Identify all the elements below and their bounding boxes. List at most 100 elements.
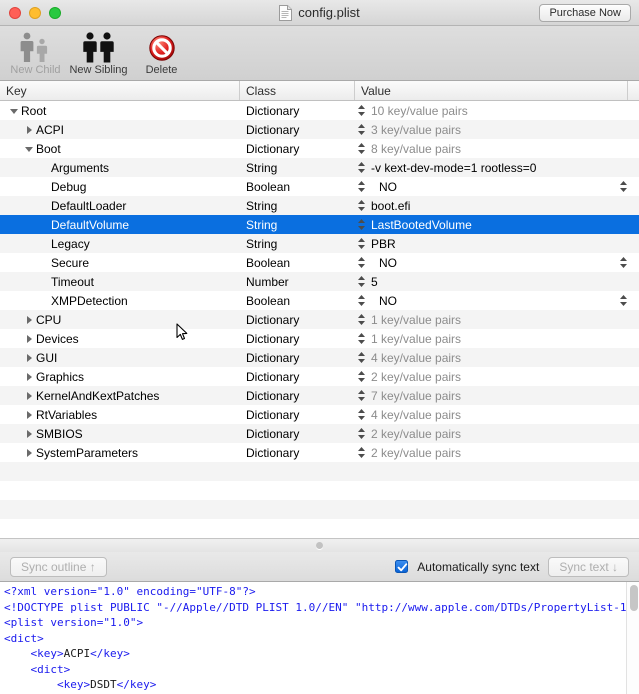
row-value-cell[interactable]: 4 key/value pairs	[355, 405, 639, 424]
row-key-cell[interactable]: Graphics	[0, 367, 240, 386]
row-class-cell[interactable]: Number	[240, 272, 355, 291]
row-class-cell[interactable]: Dictionary	[240, 443, 355, 462]
minimize-button[interactable]	[29, 6, 41, 19]
table-row[interactable]: DefaultLoader String boot.efi	[0, 196, 639, 215]
row-class-cell[interactable]: Dictionary	[240, 386, 355, 405]
value-type-stepper-icon[interactable]	[355, 332, 368, 345]
row-value-cell[interactable]: 3 key/value pairs	[355, 120, 639, 139]
table-row[interactable]: Timeout Number 5	[0, 272, 639, 291]
column-header-value[interactable]: Value	[355, 81, 628, 100]
sync-outline-button[interactable]: Sync outline ↑	[10, 556, 107, 577]
empty-table-row[interactable]	[0, 500, 639, 519]
table-row[interactable]: SystemParameters Dictionary 2 key/value pa…	[0, 443, 639, 462]
row-value-cell[interactable]: -v kext-dev-mode=1 rootless=0	[355, 158, 639, 177]
row-class-cell[interactable]: Dictionary	[240, 405, 355, 424]
disclosure-triangle-right-icon[interactable]	[23, 409, 34, 420]
row-class-cell[interactable]: Dictionary	[240, 424, 355, 443]
pane-splitter[interactable]	[0, 538, 639, 553]
value-type-stepper-icon[interactable]	[355, 446, 368, 459]
table-row[interactable]: RtVariables Dictionary 4 key/value pairs	[0, 405, 639, 424]
close-button[interactable]	[9, 6, 21, 19]
table-row[interactable]: Boot Dictionary 8 key/value pairs	[0, 139, 639, 158]
row-value-cell[interactable]: boot.efi	[355, 196, 639, 215]
row-key-cell[interactable]: Boot	[0, 139, 240, 158]
row-value-cell[interactable]: NO	[355, 177, 639, 196]
value-type-stepper-icon[interactable]	[355, 427, 368, 440]
empty-table-row[interactable]	[0, 481, 639, 500]
row-class-cell[interactable]: Dictionary	[240, 367, 355, 386]
boolean-value-stepper[interactable]	[617, 291, 630, 310]
table-row[interactable]: CPU Dictionary 1 key/value pairs	[0, 310, 639, 329]
value-type-stepper-icon[interactable]	[355, 218, 368, 231]
row-key-cell[interactable]: SMBIOS	[0, 424, 240, 443]
boolean-value-stepper[interactable]	[617, 177, 630, 196]
table-row[interactable]: SMBIOS Dictionary 2 key/value pairs	[0, 424, 639, 443]
table-row[interactable]: ACPI Dictionary 3 key/value pairs	[0, 120, 639, 139]
disclosure-triangle-down-icon[interactable]	[23, 143, 34, 154]
row-key-cell[interactable]: RtVariables	[0, 405, 240, 424]
value-type-stepper-icon[interactable]	[355, 256, 368, 269]
row-key-cell[interactable]: SystemParameters	[0, 443, 240, 462]
table-row[interactable]: DefaultVolume String LastBootedVolume	[0, 215, 639, 234]
value-type-stepper-icon[interactable]	[355, 199, 368, 212]
value-type-stepper-icon[interactable]	[355, 104, 368, 117]
row-key-cell[interactable]: Secure	[0, 253, 240, 272]
table-row[interactable]: Root Dictionary 10 key/value pairs	[0, 101, 639, 120]
row-class-cell[interactable]: Dictionary	[240, 120, 355, 139]
row-class-cell[interactable]: String	[240, 196, 355, 215]
row-class-cell[interactable]: Boolean	[240, 253, 355, 272]
disclosure-triangle-down-icon[interactable]	[8, 105, 19, 116]
row-value-cell[interactable]: 4 key/value pairs	[355, 348, 639, 367]
disclosure-triangle-right-icon[interactable]	[23, 428, 34, 439]
boolean-stepper-icon[interactable]	[617, 256, 630, 269]
row-value-cell[interactable]: 10 key/value pairs	[355, 101, 639, 120]
row-key-cell[interactable]: Debug	[0, 177, 240, 196]
plist-outline-table[interactable]: Root Dictionary 10 key/value pairs ACPI Dict…	[0, 101, 639, 539]
row-class-cell[interactable]: Boolean	[240, 291, 355, 310]
row-class-cell[interactable]: String	[240, 215, 355, 234]
disclosure-triangle-right-icon[interactable]	[23, 352, 34, 363]
xml-source-text[interactable]: <?xml version="1.0" encoding="UTF-8"?> <!…	[0, 582, 639, 694]
row-key-cell[interactable]: DefaultVolume	[0, 215, 240, 234]
value-type-stepper-icon[interactable]	[355, 351, 368, 364]
row-key-cell[interactable]: Arguments	[0, 158, 240, 177]
table-row[interactable]: Arguments String -v kext-dev-mode=1 rootle…	[0, 158, 639, 177]
new-sibling-button[interactable]: New Sibling	[67, 27, 130, 80]
purchase-now-button[interactable]: Purchase Now	[539, 4, 631, 22]
value-type-stepper-icon[interactable]	[355, 142, 368, 155]
boolean-stepper-icon[interactable]	[617, 180, 630, 193]
disclosure-triangle-right-icon[interactable]	[23, 333, 34, 344]
table-row[interactable]: KernelAndKextPatches Dictionary 7 key/valu…	[0, 386, 639, 405]
table-row[interactable]: Graphics Dictionary 2 key/value pairs	[0, 367, 639, 386]
sync-text-button[interactable]: Sync text ↓	[548, 556, 629, 577]
value-type-stepper-icon[interactable]	[355, 161, 368, 174]
row-value-cell[interactable]: 2 key/value pairs	[355, 367, 639, 386]
boolean-stepper-icon[interactable]	[617, 294, 630, 307]
row-class-cell[interactable]: String	[240, 158, 355, 177]
disclosure-triangle-right-icon[interactable]	[23, 124, 34, 135]
zoom-button[interactable]	[49, 6, 61, 19]
row-value-cell[interactable]: 1 key/value pairs	[355, 310, 639, 329]
empty-table-row[interactable]	[0, 519, 639, 538]
row-key-cell[interactable]: DefaultLoader	[0, 196, 240, 215]
row-key-cell[interactable]: Devices	[0, 329, 240, 348]
table-row[interactable]: Debug Boolean NO	[0, 177, 639, 196]
table-row[interactable]: Secure Boolean NO	[0, 253, 639, 272]
value-type-stepper-icon[interactable]	[355, 237, 368, 250]
row-class-cell[interactable]: Dictionary	[240, 329, 355, 348]
table-row[interactable]: XMPDetection Boolean NO	[0, 291, 639, 310]
row-class-cell[interactable]: Dictionary	[240, 310, 355, 329]
row-key-cell[interactable]: GUI	[0, 348, 240, 367]
row-key-cell[interactable]: Root	[0, 101, 240, 120]
row-key-cell[interactable]: XMPDetection	[0, 291, 240, 310]
empty-table-row[interactable]	[0, 462, 639, 481]
row-value-cell[interactable]: 2 key/value pairs	[355, 443, 639, 462]
row-value-cell[interactable]: 1 key/value pairs	[355, 329, 639, 348]
row-key-cell[interactable]: Timeout	[0, 272, 240, 291]
row-class-cell[interactable]: Dictionary	[240, 139, 355, 158]
row-value-cell[interactable]: 8 key/value pairs	[355, 139, 639, 158]
table-row[interactable]: Legacy String PBR	[0, 234, 639, 253]
row-key-cell[interactable]: KernelAndKextPatches	[0, 386, 240, 405]
row-value-cell[interactable]: 7 key/value pairs	[355, 386, 639, 405]
value-type-stepper-icon[interactable]	[355, 275, 368, 288]
